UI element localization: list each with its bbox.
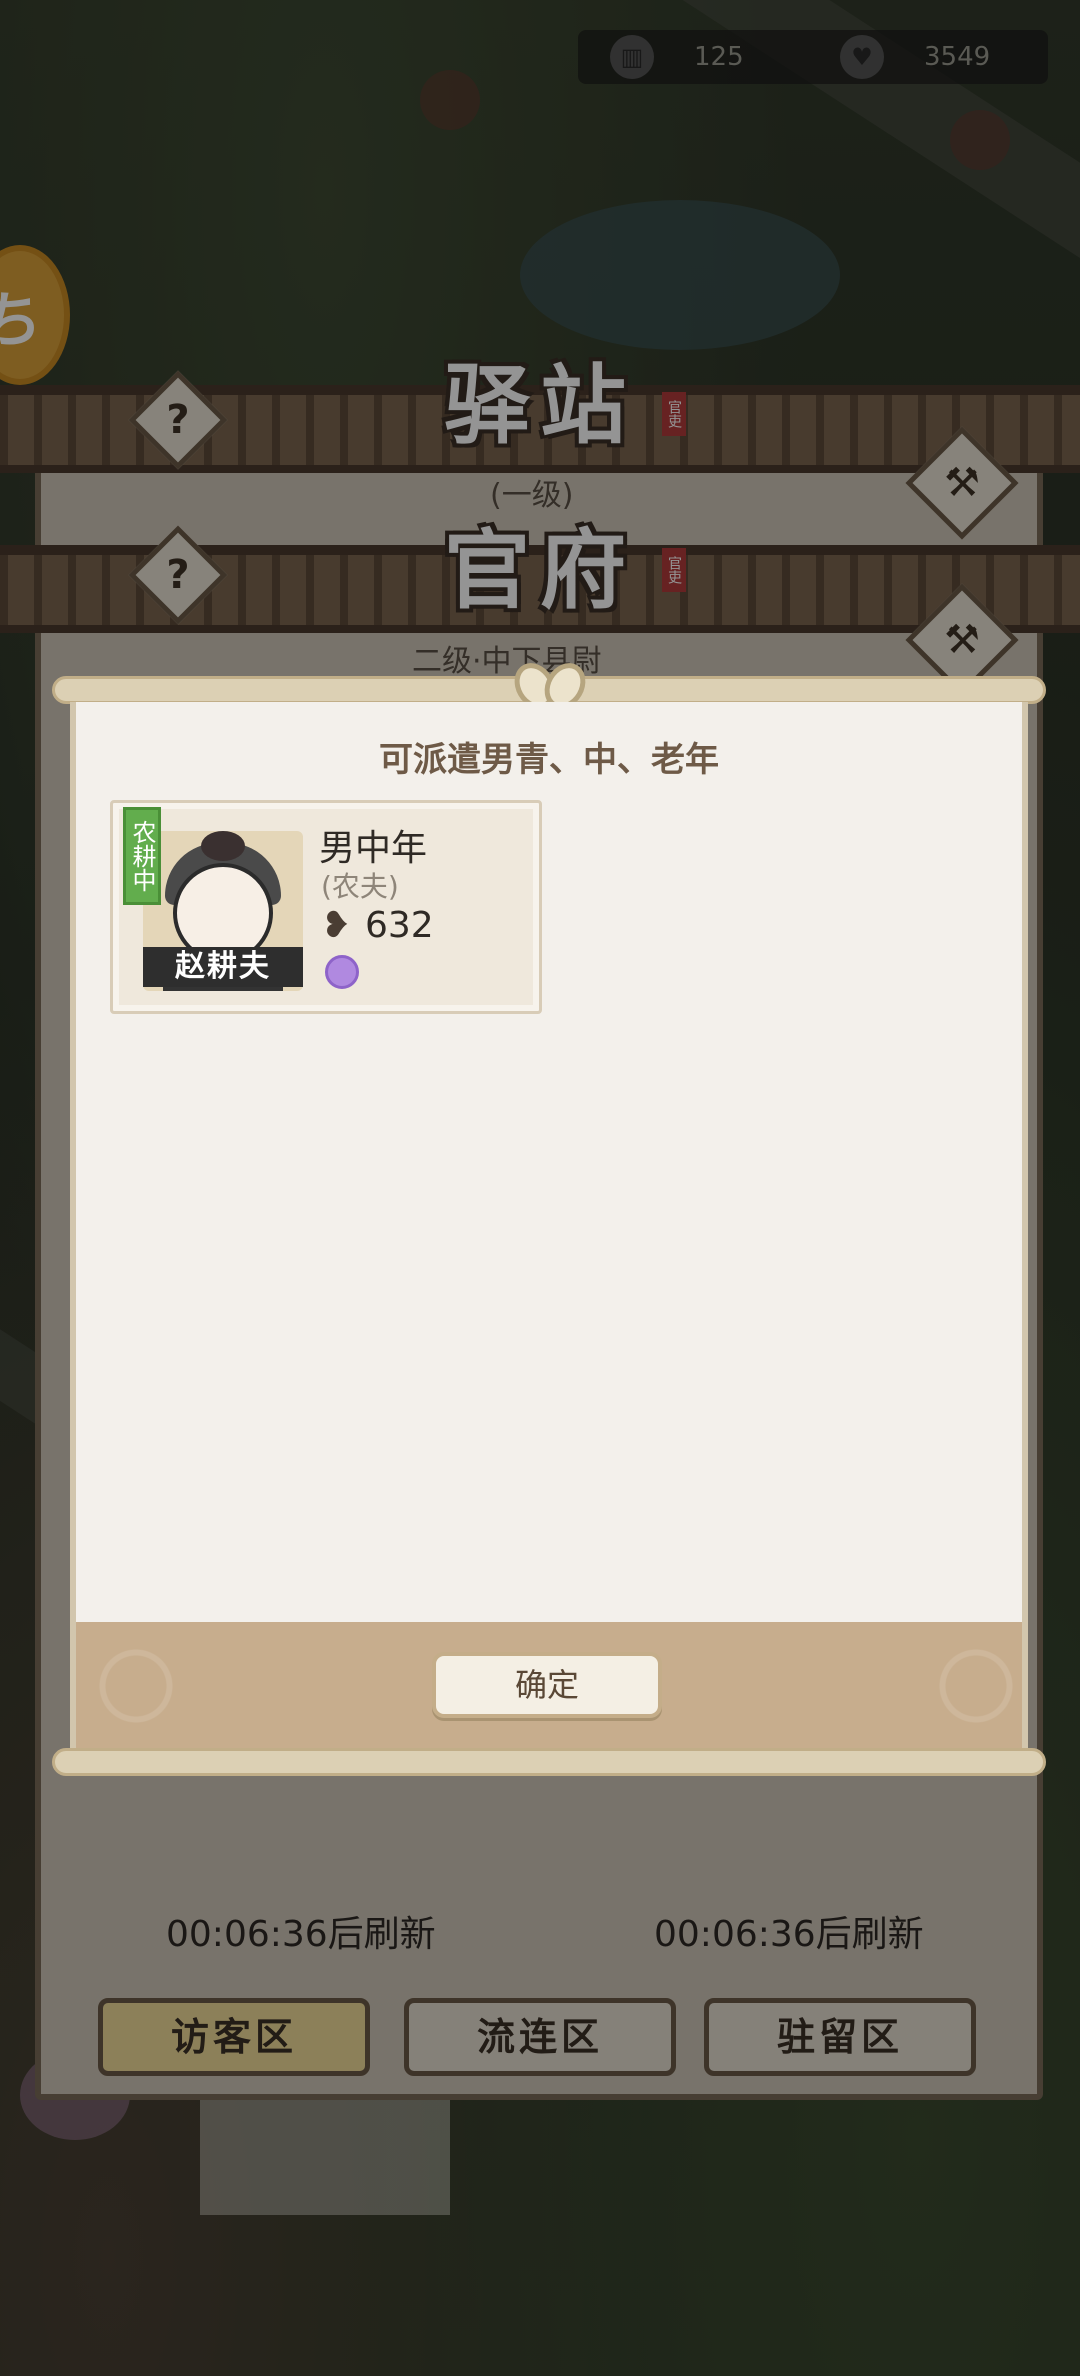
villager-type: 男中年: [319, 828, 428, 869]
villager-job: (农夫): [321, 870, 399, 903]
popup-title: 可派遣男青、中、老年: [379, 740, 719, 780]
villager-name: 赵耕夫: [143, 947, 303, 987]
confirm-button[interactable]: 确定: [432, 1652, 662, 1718]
scroll-bottom-rod: [52, 1748, 1046, 1776]
trait-icon: [325, 955, 359, 989]
broken-heart-icon: ❥: [321, 904, 352, 946]
villager-card[interactable]: 赵耕夫 农耕中 男中年 (农夫) ❥ 632: [110, 800, 542, 1014]
villager-power: ❥ 632: [321, 905, 434, 946]
dispatch-popup: 可派遣男青、中、老年 赵耕夫 农耕中 男中年 (农夫) ❥ 632 确定: [70, 702, 1028, 1750]
villager-status-badge: 农耕中: [123, 807, 161, 905]
villager-power-value: 632: [365, 905, 434, 946]
